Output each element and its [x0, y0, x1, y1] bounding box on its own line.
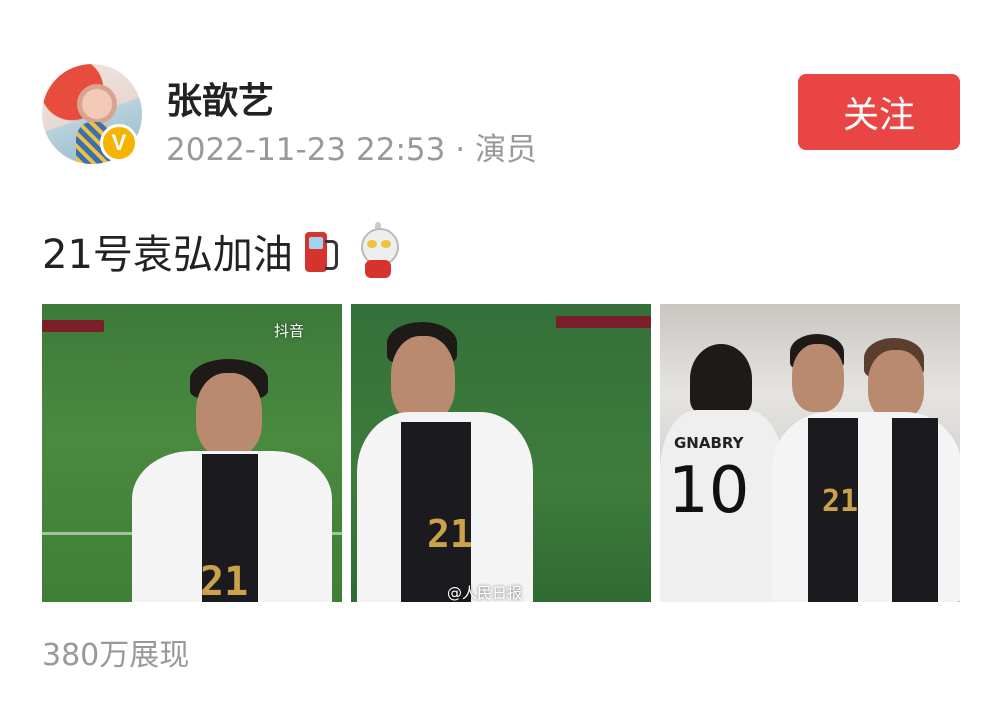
score-overlay	[556, 316, 651, 328]
post-photo-1[interactable]: 抖音 21	[42, 304, 342, 602]
post-photo-3[interactable]: GNABRY 10 21	[660, 304, 960, 602]
player-name-label: GNABRY	[674, 434, 744, 452]
view-count: 380万展现	[42, 638, 190, 673]
player-figure: 21	[132, 359, 332, 602]
player-gnabry: GNABRY 10	[660, 344, 790, 602]
jersey-number: 21	[822, 484, 859, 519]
post-content: 21号袁弘加油	[42, 222, 403, 280]
peoples-daily-watermark: @人民日报	[447, 584, 523, 602]
post-text: 21号袁弘加油	[42, 232, 293, 278]
post-timestamp: 2022-11-23 22:53	[166, 132, 446, 168]
jersey-number: 21	[427, 512, 473, 556]
player-figure: 21	[772, 334, 960, 602]
player-figure: 21	[357, 322, 557, 602]
author-role: 演员	[474, 132, 537, 168]
photo-grid: 抖音 21 21 @人民日报 GNABRY 10 21	[42, 304, 960, 602]
fuel-pump-emoji-icon	[304, 228, 338, 274]
verified-v-icon: V	[100, 124, 138, 162]
author-name[interactable]: 张歆艺	[166, 72, 274, 124]
back-number: 10	[668, 454, 750, 528]
jersey-number: 21	[200, 559, 249, 602]
post-photo-2[interactable]: 21 @人民日报	[351, 304, 651, 602]
score-overlay	[42, 320, 104, 332]
follow-button[interactable]: 关注	[798, 74, 960, 150]
ultraman-emoji-icon	[353, 222, 403, 280]
post-meta: 2022-11-23 22:53 · 演员	[166, 124, 537, 169]
douyin-watermark: 抖音	[274, 322, 305, 340]
meta-separator: ·	[455, 132, 466, 168]
